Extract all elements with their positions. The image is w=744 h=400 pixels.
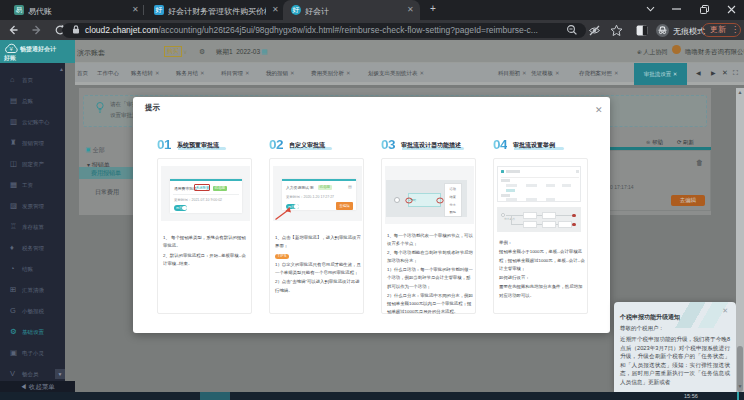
svg-text:¥: ¥	[10, 46, 14, 52]
